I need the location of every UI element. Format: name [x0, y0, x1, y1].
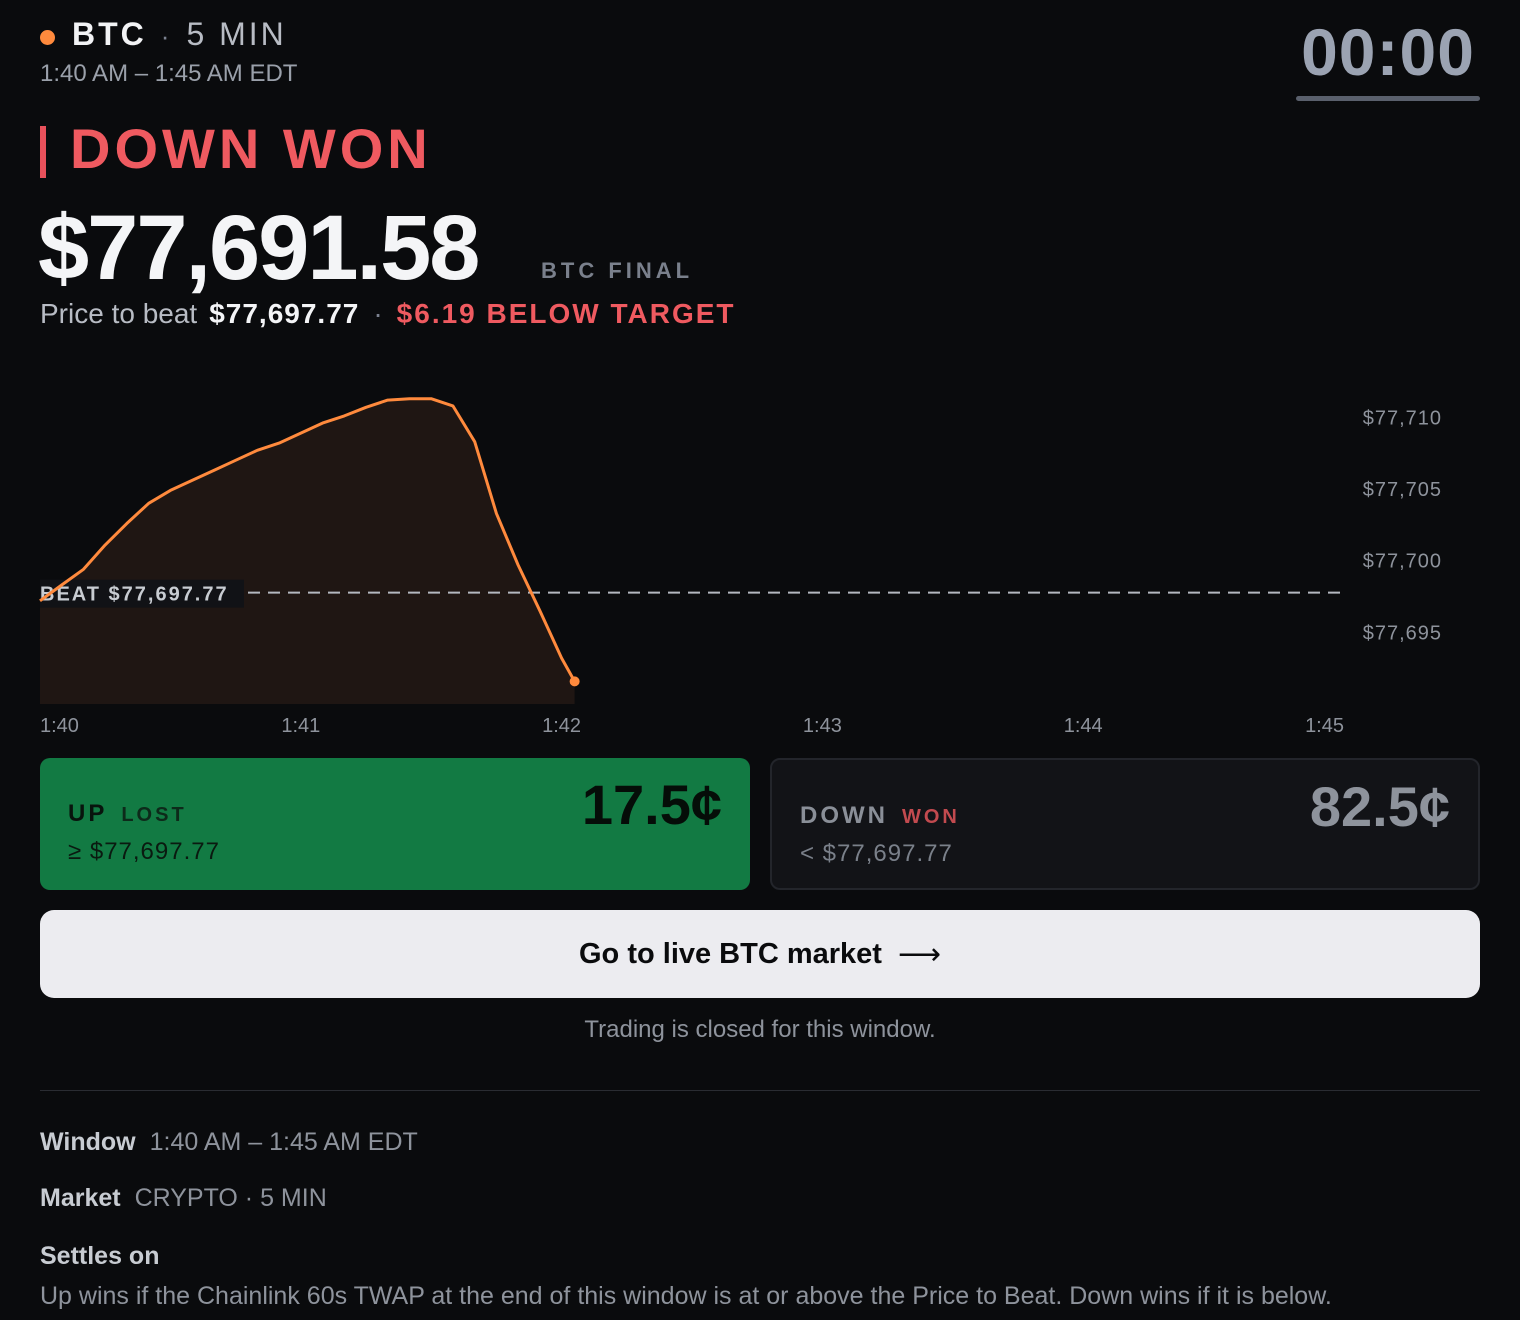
price-to-beat-value: $77,697.77: [209, 298, 360, 329]
settles-on-heading: Settles on: [40, 1242, 160, 1270]
up-option-status: LOST: [121, 804, 187, 826]
x-axis-tick-label: 1:44: [1064, 715, 1103, 737]
x-axis-tick-label: 1:40: [40, 715, 79, 737]
up-option-label: UP: [68, 800, 108, 827]
price-difference: $6.19 BELOW TARGET: [396, 298, 736, 329]
price-to-beat-label: Price to beat: [40, 298, 198, 329]
y-axis-tick-label: $77,710: [1363, 407, 1442, 429]
market-detail-row: Market CRYPTO · 5 MIN: [40, 1184, 327, 1213]
last-price-marker: [569, 676, 580, 687]
go-to-live-market-label: Go to live BTC market: [579, 937, 882, 970]
x-axis-tick-label: 1:43: [803, 715, 842, 737]
market-duration: 5 MIN: [186, 16, 287, 52]
live-dot-icon: [40, 30, 55, 45]
down-option-price: 82.5¢: [1309, 775, 1450, 838]
countdown-progress-bar: [1296, 96, 1480, 101]
price-to-beat-row: Price to beat $77,697.77 · $6.19 BELOW TARG…: [40, 298, 736, 330]
up-option-title: UP LOST: [68, 800, 187, 828]
final-price-label: BTC FINAL: [541, 258, 694, 283]
asset-name: BTC: [72, 16, 147, 52]
window-detail-label: Window: [40, 1128, 136, 1156]
beat-price-label: BEAT $77,697.77: [40, 584, 229, 606]
up-option-price: 17.5¢: [581, 773, 722, 836]
market-detail-value: CRYPTO · 5 MIN: [134, 1184, 327, 1212]
final-price: $77,691.58: [38, 197, 480, 299]
down-option-label: DOWN: [800, 802, 888, 829]
beat-separator: ·: [373, 298, 383, 329]
trading-closed-notice: Trading is closed for this window.: [584, 1016, 936, 1043]
x-axis-tick-label: 1:41: [281, 715, 320, 737]
down-option-status: WON: [901, 806, 960, 828]
window-detail-row: Window 1:40 AM – 1:45 AM EDT: [40, 1128, 418, 1157]
market-title: BTC · 5 MIN: [72, 16, 287, 53]
price-area-fill: [40, 398, 575, 704]
up-option-card[interactable]: UP LOST ≥ $77,697.77 17.5¢: [40, 758, 750, 890]
y-axis-tick-label: $77,705: [1363, 479, 1442, 501]
section-divider: [40, 1090, 1480, 1091]
y-axis-tick-label: $77,700: [1363, 551, 1442, 573]
result-heading: DOWN WON: [70, 117, 432, 180]
result-accent-bar: [40, 126, 46, 178]
price-chart: BEAT $77,697.77 $77,710 $77,705 $77,700 $77,…: [39, 397, 1442, 737]
window-detail-value: 1:40 AM – 1:45 AM EDT: [149, 1128, 418, 1156]
down-option-card[interactable]: DOWN WON < $77,697.77 82.5¢: [770, 758, 1480, 890]
countdown-timer: 00:00: [1301, 15, 1475, 89]
y-axis-tick-label: $77,695: [1363, 622, 1442, 644]
x-axis-tick-label: 1:45: [1305, 715, 1344, 737]
x-axis-tick-label: 1:42: [542, 715, 581, 737]
market-detail-label: Market: [40, 1184, 121, 1212]
title-separator: ·: [160, 21, 173, 51]
down-option-condition: < $77,697.77: [800, 840, 953, 867]
up-option-condition: ≥ $77,697.77: [68, 838, 220, 865]
arrow-right-icon: ⟶: [897, 936, 941, 972]
down-option-title: DOWN WON: [800, 802, 960, 830]
settlement-rules-text: Up wins if the Chainlink 60s TWAP at the…: [40, 1282, 1332, 1310]
window-time-range: 1:40 AM – 1:45 AM EDT: [40, 60, 298, 87]
go-to-live-market-button[interactable]: Go to live BTC market ⟶: [40, 910, 1480, 998]
